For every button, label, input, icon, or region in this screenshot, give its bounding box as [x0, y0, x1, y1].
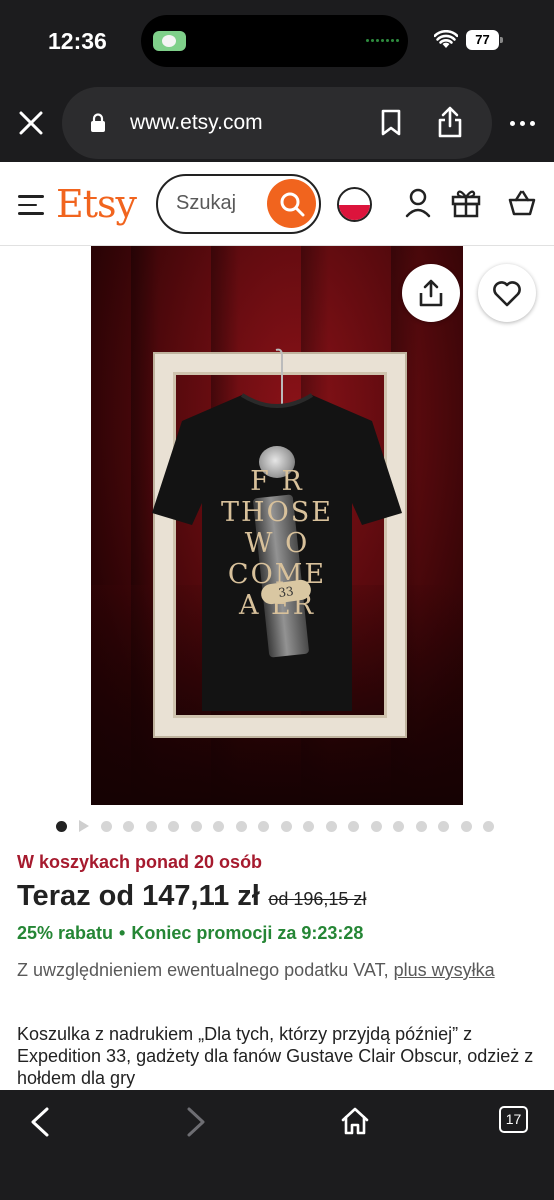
vat-notice: Z uwzględnieniem ewentualnego podatku VA… [17, 958, 537, 983]
product-title: Koszulka z nadrukiem „Dla tych, którzy p… [17, 1024, 534, 1088]
favorite-button[interactable] [478, 264, 536, 322]
pager-dot[interactable] [258, 820, 269, 832]
pager-dot[interactable] [415, 820, 427, 832]
etsy-logo[interactable]: Etsy [56, 182, 137, 226]
pager-dot[interactable] [393, 820, 404, 832]
pager-dot[interactable] [483, 820, 494, 832]
browser-chrome: 12:36 77 www.etsy.com [0, 0, 554, 162]
hamburger-icon[interactable] [18, 195, 44, 221]
pager-dot[interactable] [100, 820, 112, 832]
poland-flag-icon[interactable] [337, 187, 372, 222]
price-line: Teraz od 147,11 zł od 196,15 zł [17, 880, 366, 913]
promo-line: 25% rabatu • Koniec promocji za 9:23:28 [17, 923, 363, 944]
original-price: od 196,15 zł [268, 889, 367, 909]
lock-icon [91, 113, 105, 132]
pager-dot[interactable] [348, 820, 359, 832]
search-button[interactable] [267, 179, 316, 228]
chevron-left-icon[interactable] [28, 1106, 52, 1138]
browser-toolbar: 17 [0, 1090, 554, 1200]
video-slide-indicator[interactable] [78, 820, 89, 832]
promo-countdown: Koniec promocji za 9:23:28 [131, 923, 364, 943]
activity-indicator [366, 39, 399, 42]
battery-indicator: 77 [466, 30, 503, 50]
pager-dot[interactable] [145, 820, 157, 832]
share-button[interactable] [402, 264, 460, 322]
wifi-icon [434, 30, 458, 48]
pager-dot[interactable] [213, 820, 224, 832]
chevron-right-icon[interactable] [184, 1106, 208, 1138]
pager-dot[interactable] [235, 820, 247, 832]
live-activity-app-icon [153, 31, 186, 51]
cart-count-notice: W koszykach ponad 20 osób [17, 852, 263, 872]
vat-text: Z uwzględnieniem ewentualnego podatku VA… [17, 960, 389, 980]
share-icon[interactable] [436, 105, 464, 139]
close-icon[interactable] [16, 108, 46, 138]
search-input[interactable]: Szukaj [156, 174, 321, 234]
basket-icon[interactable] [508, 190, 536, 216]
bookmark-icon[interactable] [380, 109, 402, 137]
address-bar[interactable]: www.etsy.com [62, 87, 492, 159]
pager-dot[interactable] [280, 820, 292, 832]
pager-dot[interactable] [168, 820, 179, 832]
share-icon [419, 279, 443, 307]
pager-dot[interactable] [303, 820, 314, 832]
pager-dot[interactable] [460, 820, 472, 832]
image-pager[interactable] [56, 820, 506, 832]
pager-dot[interactable] [190, 820, 202, 832]
home-icon[interactable] [340, 1106, 370, 1136]
gift-icon[interactable] [451, 188, 481, 218]
discount-label: 25% rabatu [17, 923, 114, 943]
url-text: www.etsy.com [130, 111, 263, 134]
promo-separator: • [119, 923, 126, 943]
user-icon[interactable] [404, 188, 432, 218]
heart-icon [493, 281, 521, 307]
search-placeholder: Szukaj [176, 192, 237, 214]
shipping-link[interactable]: plus wysyłka [394, 960, 495, 980]
pager-dot[interactable] [438, 820, 449, 832]
pager-dot[interactable] [370, 820, 382, 832]
pager-dot[interactable] [123, 820, 134, 832]
current-price: Teraz od 147,11 zł [17, 880, 260, 912]
tabs-icon[interactable]: 17 [499, 1106, 528, 1133]
pager-dot[interactable] [56, 820, 67, 832]
search-icon [280, 192, 305, 217]
more-icon[interactable] [510, 121, 535, 126]
status-time: 12:36 [48, 28, 107, 54]
pager-dot[interactable] [325, 820, 337, 832]
dynamic-island [141, 15, 408, 67]
product-image[interactable]: F R THOSE W O COME A ER 33 [91, 246, 463, 805]
site-header: Etsy Szukaj [0, 162, 554, 246]
